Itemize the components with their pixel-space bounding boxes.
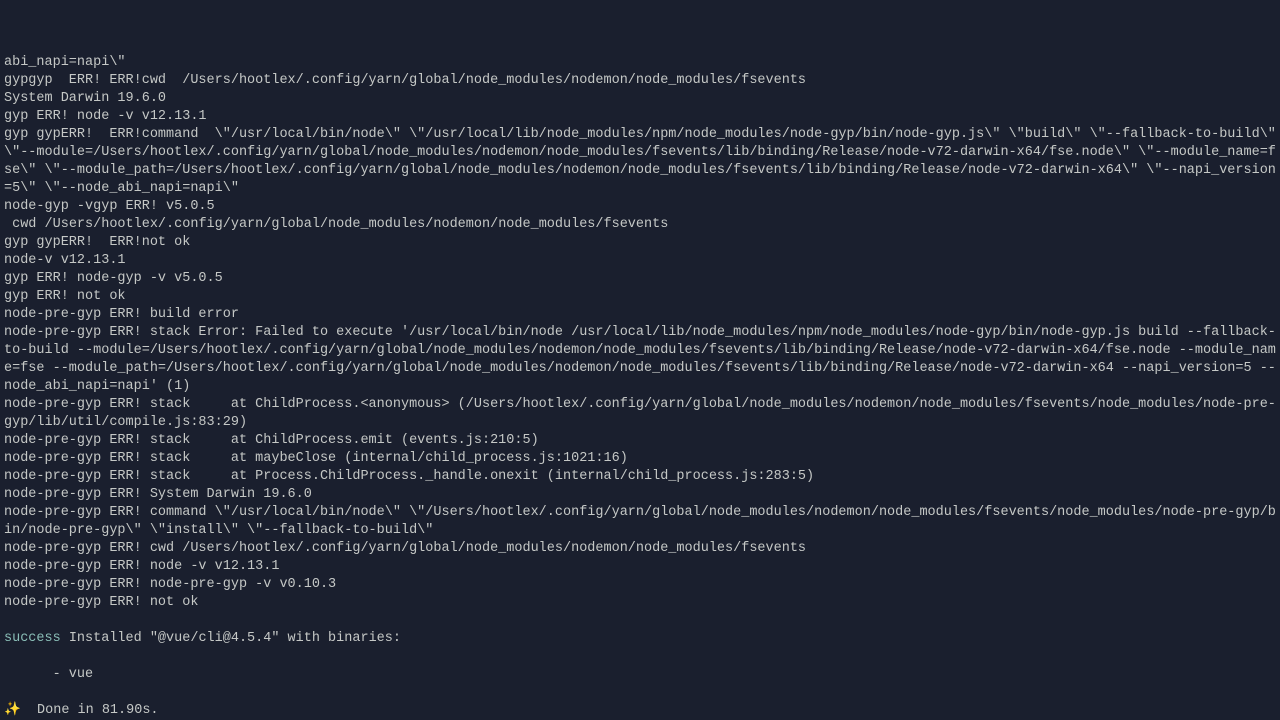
output-line: node-pre-gyp ERR! stack Error: Failed to…: [4, 324, 1276, 396]
output-line: gyp ERR! node-gyp -v v5.0.5: [4, 270, 1276, 288]
output-line: node-pre-gyp ERR! not ok: [4, 594, 1276, 612]
output-line: gyp ERR! not ok: [4, 288, 1276, 306]
terminal-scrollback: abi_napi=napi\"gypgyp ERR! ERR!cwd /User…: [4, 54, 1276, 612]
output-line: node-pre-gyp ERR! cwd /Users/hootlex/.co…: [4, 540, 1276, 558]
done-line: ✨ Done in 81.90s.: [4, 702, 1276, 720]
output-line: node-pre-gyp ERR! node -v v12.13.1: [4, 558, 1276, 576]
output-line: gyp gypERR! ERR!not ok: [4, 234, 1276, 252]
output-line: node-pre-gyp ERR! stack at maybeClose (i…: [4, 450, 1276, 468]
output-line: node-pre-gyp ERR! stack at ChildProcess.…: [4, 432, 1276, 450]
binary-line: - vue: [4, 666, 1276, 684]
output-line: node-pre-gyp ERR! command \"/usr/local/b…: [4, 504, 1276, 540]
output-line: gypgyp ERR! ERR!cwd /Users/hootlex/.conf…: [4, 72, 1276, 90]
output-line: node-pre-gyp ERR! System Darwin 19.6.0: [4, 486, 1276, 504]
output-line: cwd /Users/hootlex/.config/yarn/global/n…: [4, 216, 1276, 234]
output-line: node-pre-gyp ERR! stack at ChildProcess.…: [4, 396, 1276, 432]
success-label: success: [4, 631, 61, 646]
output-line: abi_napi=napi\": [4, 54, 1276, 72]
output-line: gyp gypERR! ERR!command \"/usr/local/bin…: [4, 126, 1276, 198]
sparkle-icon: ✨: [4, 703, 21, 718]
success-message: Installed "@vue/cli@4.5.4" with binaries…: [61, 631, 401, 646]
success-line: success Installed "@vue/cli@4.5.4" with …: [4, 630, 1276, 648]
done-text: Done in 81.90s.: [21, 703, 159, 718]
output-line: gyp ERR! node -v v12.13.1: [4, 108, 1276, 126]
output-line: node-pre-gyp ERR! stack at Process.Child…: [4, 468, 1276, 486]
output-line: node-v v12.13.1: [4, 252, 1276, 270]
terminal-output[interactable]: abi_napi=napi\"gypgyp ERR! ERR!cwd /User…: [0, 0, 1280, 720]
output-line: node-pre-gyp ERR! build error: [4, 306, 1276, 324]
output-line: node-pre-gyp ERR! node-pre-gyp -v v0.10.…: [4, 576, 1276, 594]
output-line: System Darwin 19.6.0: [4, 90, 1276, 108]
output-line: node-gyp -vgyp ERR! v5.0.5: [4, 198, 1276, 216]
